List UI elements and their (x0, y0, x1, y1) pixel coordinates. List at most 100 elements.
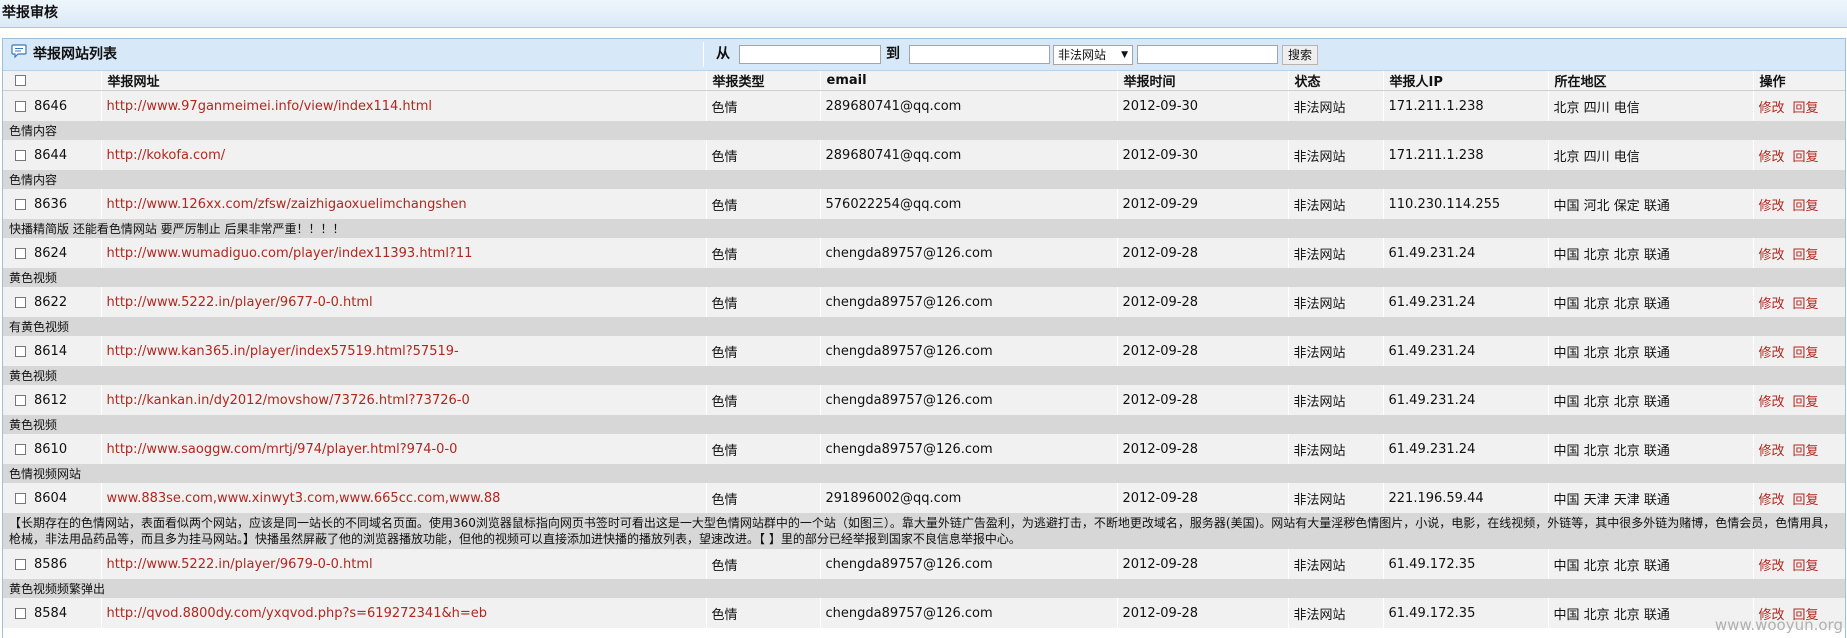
reporter-ip: 61.49.231.24 (1383, 238, 1549, 268)
edit-link[interactable]: 修改 (1759, 199, 1785, 214)
reported-url-link[interactable]: http://www.kan365.in/player/index57519.h… (107, 344, 459, 359)
table-row: 8610 http://www.saoggw.com/mrtj/974/playe… (3, 434, 1845, 464)
edit-link[interactable]: 修改 (1759, 297, 1785, 312)
edit-link[interactable]: 修改 (1759, 493, 1785, 508)
report-status: 非法网站 (1288, 90, 1384, 121)
edit-link[interactable]: 修改 (1759, 150, 1785, 165)
row-checkbox[interactable] (15, 607, 26, 619)
report-id: 8584 (34, 605, 68, 621)
edit-link[interactable]: 修改 (1759, 248, 1785, 263)
report-id: 8624 (34, 245, 68, 261)
reported-url-link[interactable]: http://www.5222.in/player/9679-0-0.html (107, 557, 373, 572)
reported-url-link[interactable]: http://www.wumadiguo.com/player/index113… (107, 246, 473, 261)
reporter-ip: 221.196.59.44 (1383, 483, 1549, 513)
reporter-region: 北京 四川 电信 (1548, 90, 1754, 121)
report-id: 8604 (34, 490, 68, 506)
date-from-input[interactable] (739, 45, 881, 64)
list-title: 举报网站列表 (11, 39, 117, 71)
table-row: 8604 www.883se.com,www.xinwyt3.com,www.66… (3, 483, 1845, 513)
reply-link[interactable]: 回复 (1793, 199, 1819, 214)
report-description: 黄色视频频繁弹出 (3, 579, 1845, 598)
row-checkbox[interactable] (15, 394, 26, 406)
report-description: 黄色视频 (3, 366, 1845, 385)
header-time: 举报时间 (1117, 71, 1289, 91)
toolbar-divider (703, 42, 704, 67)
row-checkbox[interactable] (15, 149, 26, 161)
report-description: 黄色视频 (3, 268, 1845, 287)
select-all-checkbox[interactable] (15, 75, 26, 86)
edit-link[interactable]: 修改 (1759, 346, 1785, 361)
reported-url-link[interactable]: http://www.126xx.com/zfsw/zaizhigaoxueli… (107, 197, 467, 212)
url-cell: http://www.5222.in/player/9679-0-0.html (101, 549, 707, 579)
reply-link[interactable]: 回复 (1793, 346, 1819, 361)
reporter-ip: 61.49.172.35 (1383, 598, 1549, 628)
report-description: 黄色视频 (3, 415, 1845, 434)
report-type: 色情 (706, 140, 821, 170)
report-type: 色情 (706, 238, 821, 268)
row-checkbox[interactable] (15, 492, 26, 504)
report-id: 8610 (34, 441, 68, 457)
reply-link[interactable]: 回复 (1793, 248, 1819, 263)
keyword-input[interactable] (1137, 45, 1278, 64)
watermark: www.wooyun.org (1714, 616, 1843, 634)
type-select[interactable]: 非法网站 ▼ (1053, 45, 1133, 65)
date-to-input[interactable] (909, 45, 1050, 64)
report-id: 8586 (34, 556, 68, 572)
reply-link[interactable]: 回复 (1793, 559, 1819, 574)
report-status: 非法网站 (1288, 549, 1384, 579)
reply-link[interactable]: 回复 (1793, 150, 1819, 165)
report-status: 非法网站 (1288, 336, 1384, 366)
report-type: 色情 (706, 90, 821, 121)
reporter-region: 北京 四川 电信 (1548, 140, 1754, 170)
table-row: 8586 http://www.5222.in/player/9679-0-0.h… (3, 549, 1845, 579)
report-id: 8622 (34, 294, 68, 310)
edit-link[interactable]: 修改 (1759, 101, 1785, 116)
reported-url-link[interactable]: http://kankan.in/dy2012/movshow/73726.ht… (107, 393, 470, 408)
report-status: 非法网站 (1288, 483, 1384, 513)
row-checkbox[interactable] (15, 247, 26, 259)
reported-url-link[interactable]: http://qvod.8800dy.com/yxqvod.php?s=6192… (107, 606, 488, 621)
reporter-ip: 171.211.1.238 (1383, 140, 1549, 170)
reply-link[interactable]: 回复 (1793, 395, 1819, 410)
row-select-cell: 8636 (3, 189, 102, 219)
action-cell: 修改 回复 (1753, 549, 1845, 579)
reported-url-link[interactable]: http://www.5222.in/player/9677-0-0.html (107, 295, 373, 310)
row-checkbox[interactable] (15, 100, 26, 112)
type-select-value: 非法网站 (1058, 48, 1107, 62)
from-label: 从 (716, 46, 730, 62)
reporter-email: chengda89757@126.com (820, 598, 1118, 628)
reported-url-link[interactable]: www.883se.com,www.xinwyt3.com,www.665cc.… (107, 491, 501, 506)
row-checkbox[interactable] (15, 558, 26, 570)
row-checkbox[interactable] (15, 296, 26, 308)
reply-link[interactable]: 回复 (1793, 101, 1819, 116)
row-select-cell: 8612 (3, 385, 102, 415)
edit-link[interactable]: 修改 (1759, 395, 1785, 410)
url-cell: http://www.126xx.com/zfsw/zaizhigaoxueli… (101, 189, 707, 219)
reported-url-link[interactable]: http://www.97ganmeimei.info/view/index11… (107, 99, 433, 114)
reported-url-link[interactable]: http://www.saoggw.com/mrtj/974/player.ht… (107, 442, 458, 457)
row-checkbox[interactable] (15, 345, 26, 357)
row-checkbox[interactable] (15, 443, 26, 455)
action-cell: 修改 回复 (1753, 434, 1845, 464)
table-row: 8624 http://www.wumadiguo.com/player/inde… (3, 238, 1845, 268)
reporter-region: 中国 北京 北京 联通 (1548, 434, 1754, 464)
description-row: 有黄色视频 (3, 317, 1845, 336)
edit-link[interactable]: 修改 (1759, 559, 1785, 574)
reporter-email: 576022254@qq.com (820, 189, 1118, 219)
reply-link[interactable]: 回复 (1793, 493, 1819, 508)
row-checkbox[interactable] (15, 198, 26, 210)
table-row: 8584 http://qvod.8800dy.com/yxqvod.php?s=… (3, 598, 1845, 628)
report-status: 非法网站 (1288, 140, 1384, 170)
report-id: 8612 (34, 392, 68, 408)
url-cell: http://kokofa.com/ (101, 140, 707, 170)
report-status: 非法网站 (1288, 189, 1384, 219)
page-title: 举报审核 (2, 5, 58, 21)
search-button[interactable]: 搜索 (1282, 45, 1318, 65)
report-id: 8636 (34, 196, 68, 212)
edit-link[interactable]: 修改 (1759, 444, 1785, 459)
reported-url-link[interactable]: http://kokofa.com/ (107, 148, 226, 163)
report-description: 快播精简版 还能看色情网站 要严厉制止 后果非常严重！！！！ (3, 219, 1845, 238)
reply-link[interactable]: 回复 (1793, 444, 1819, 459)
header-status: 状态 (1288, 71, 1384, 91)
reply-link[interactable]: 回复 (1793, 297, 1819, 312)
